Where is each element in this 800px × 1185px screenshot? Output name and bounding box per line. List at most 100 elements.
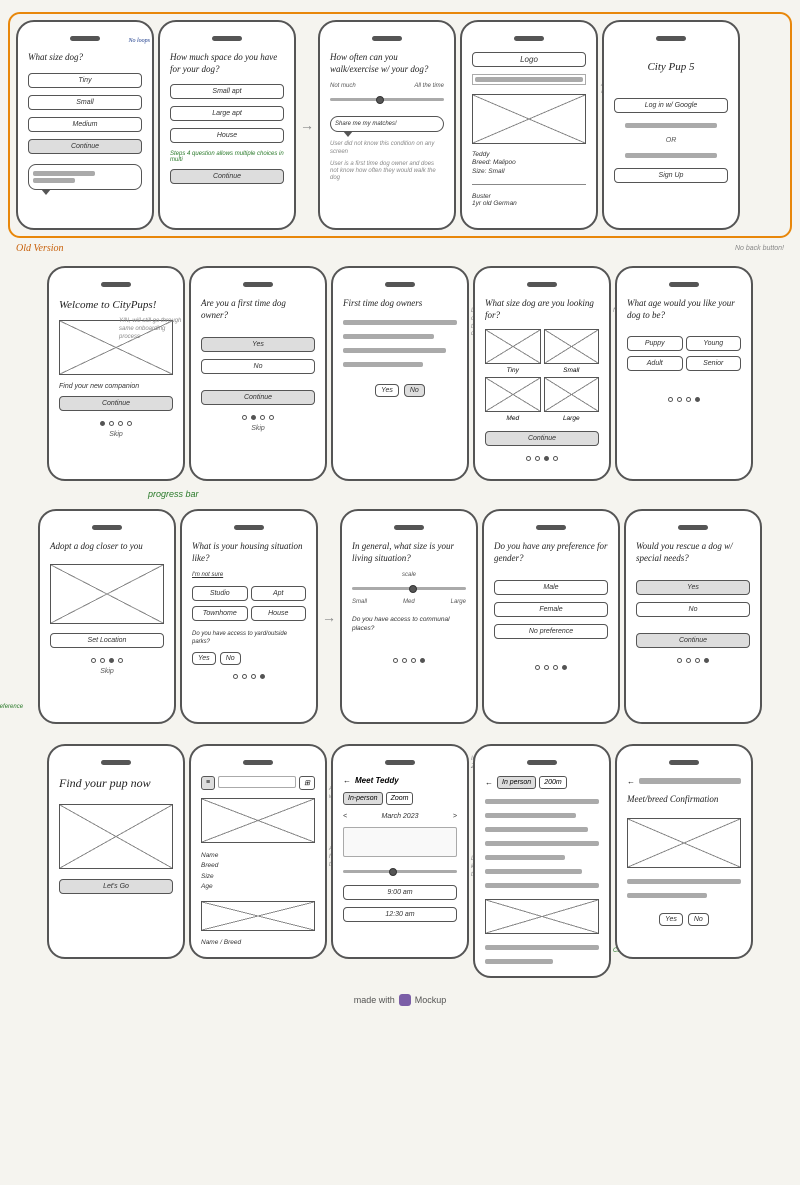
p3-thumb[interactable]	[376, 96, 384, 104]
p6-continue[interactable]: Continue	[59, 396, 173, 411]
p18-time1[interactable]: 9:00 am	[343, 885, 457, 900]
p1-btn-medium[interactable]: Medium	[28, 117, 142, 132]
p10-young[interactable]: Young	[686, 336, 742, 351]
p18-title: Meet Teddy	[355, 776, 399, 785]
p9-tiny-lbl: Tiny	[485, 367, 541, 374]
p19-img	[485, 899, 599, 934]
p19-l7	[485, 883, 599, 888]
p8-yes[interactable]: Yes	[375, 384, 399, 397]
phone-19: ← In person 200m Calendar	[473, 744, 611, 978]
p19-inperson[interactable]: In person	[497, 776, 536, 789]
p17-img2	[201, 901, 315, 931]
p12-dots	[192, 674, 306, 679]
p14-female[interactable]: Female	[494, 602, 608, 617]
p17-tab2[interactable]: ⊞	[299, 776, 315, 790]
p18-cal-prev[interactable]: <	[343, 813, 347, 820]
phone-18: ← Meet Teddy In-person Zoom < March 2023…	[331, 744, 469, 959]
p18-time2[interactable]: 12:30 am	[343, 907, 457, 922]
p8-no[interactable]: No	[404, 384, 425, 397]
p18-slider[interactable]	[343, 870, 457, 873]
p12-studio[interactable]: Studio	[192, 586, 248, 601]
p14-nopref[interactable]: No preference	[494, 624, 608, 639]
phone-17: ≡ ⊞ NameBreedSizeAge Name / Breed Add do…	[189, 744, 327, 959]
dot4	[704, 658, 709, 663]
p9-small-img	[544, 329, 600, 364]
p5-signup[interactable]: Sign Up	[614, 168, 728, 183]
p7-skip[interactable]: Skip	[201, 425, 315, 432]
dot3	[686, 397, 691, 402]
p17-tab1[interactable]: ≡	[201, 776, 215, 790]
p4-search[interactable]	[472, 74, 586, 85]
dot3	[109, 658, 114, 663]
dot2	[677, 397, 682, 402]
dot1	[242, 415, 247, 420]
p15-no[interactable]: No	[636, 602, 750, 617]
p12-apt[interactable]: Apt	[251, 586, 307, 601]
p2-btn-continue[interactable]: Continue	[170, 169, 284, 184]
p1-btn-tiny[interactable]: Tiny	[28, 73, 142, 88]
p4-logo: Logo	[472, 52, 586, 67]
p18-calendar[interactable]	[343, 827, 457, 857]
p20-back[interactable]: ←	[627, 777, 635, 786]
p5-line1	[625, 123, 716, 128]
p20-yes[interactable]: Yes	[659, 913, 683, 926]
p17-tabs: ≡ ⊞	[201, 776, 315, 790]
p5-google[interactable]: Log in w/ Google	[614, 98, 728, 113]
p15-continue[interactable]: Continue	[636, 633, 750, 648]
p18-zoom[interactable]: Zoom	[386, 792, 414, 805]
p9-continue[interactable]: Continue	[485, 431, 599, 446]
p12-yn: Yes No	[192, 652, 306, 665]
p8-l4	[343, 362, 423, 367]
p10-senior[interactable]: Senior	[686, 356, 742, 371]
p7-no[interactable]: No	[201, 359, 315, 374]
notch-11	[92, 525, 122, 530]
p10-title: What age would you like your dog to be?	[627, 298, 741, 321]
p12-no[interactable]: No	[220, 652, 241, 665]
p2-btn-house[interactable]: House	[170, 128, 284, 143]
p18-cal-next[interactable]: >	[453, 813, 457, 820]
notch-18	[385, 760, 415, 765]
row1-label: Old Version	[16, 243, 64, 254]
notch-4	[514, 36, 544, 41]
p15-yes[interactable]: Yes	[636, 580, 750, 595]
p18-back[interactable]: ←	[343, 776, 351, 785]
p11-skip[interactable]: Skip	[50, 668, 164, 675]
p19-back[interactable]: ←	[485, 778, 493, 787]
p13-thumb[interactable]	[409, 585, 417, 593]
p2-btn-small[interactable]: Small apt	[170, 84, 284, 99]
p2-title: How much space do you have for your dog?	[170, 52, 284, 75]
p10-adult[interactable]: Adult	[627, 356, 683, 371]
p12-yes[interactable]: Yes	[192, 652, 216, 665]
p11-location[interactable]: Set Location	[50, 633, 164, 648]
p12-house[interactable]: House	[251, 606, 307, 621]
p17-search[interactable]	[218, 776, 296, 788]
p3-slider[interactable]	[330, 98, 444, 101]
p20-no[interactable]: No	[688, 913, 709, 926]
dot3	[251, 674, 256, 679]
dot4	[695, 397, 700, 402]
p18-thumb[interactable]	[389, 868, 397, 876]
p9-med-lbl: Med	[485, 415, 541, 422]
p13-slider[interactable]	[352, 587, 466, 590]
p2-btn-large[interactable]: Large apt	[170, 106, 284, 121]
phone-3: How often can you walk/exercise w/ your …	[318, 20, 456, 230]
notch-15	[678, 525, 708, 530]
p8-l1	[343, 320, 457, 325]
p6-skip[interactable]: Skip	[59, 431, 173, 438]
p7-continue[interactable]: Continue	[201, 390, 315, 405]
p15-dots	[636, 658, 750, 663]
p14-male[interactable]: Male	[494, 580, 608, 595]
p19-200m[interactable]: 200m	[539, 776, 567, 789]
p4-divider	[472, 184, 586, 185]
p3-low: Not much	[330, 83, 356, 89]
p5-line2	[625, 153, 716, 158]
p12-town[interactable]: Townhome	[192, 606, 248, 621]
p10-puppy[interactable]: Puppy	[627, 336, 683, 351]
dot3	[260, 415, 265, 420]
p9-large-img	[544, 377, 600, 412]
p1-btn-small[interactable]: Small	[28, 95, 142, 110]
p16-go[interactable]: Let's Go	[59, 879, 173, 894]
p7-yes[interactable]: Yes	[201, 337, 315, 352]
p18-inperson[interactable]: In-person	[343, 792, 383, 805]
p1-btn-continue[interactable]: Continue	[28, 139, 142, 154]
